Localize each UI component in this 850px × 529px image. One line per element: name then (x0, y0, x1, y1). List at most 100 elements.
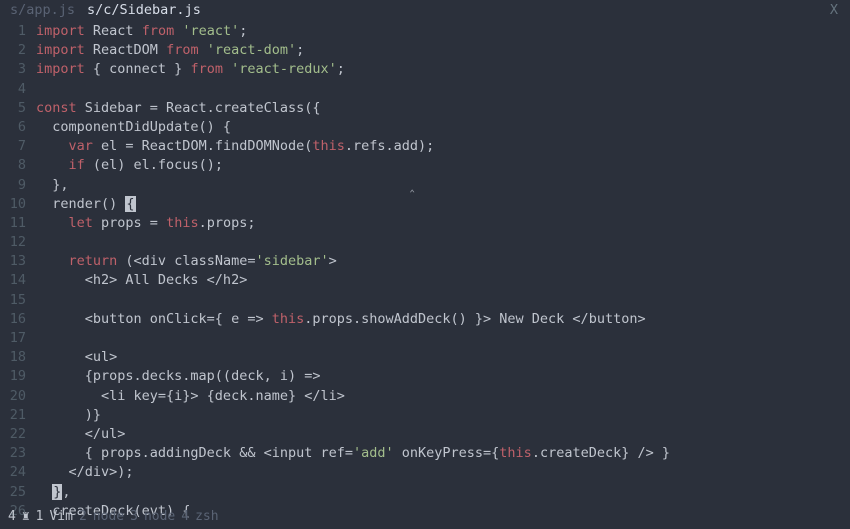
line-number: 10 (0, 195, 26, 214)
code-token: { props.addingDeck && <input ref= (36, 445, 353, 461)
code-token: import (36, 61, 85, 77)
pane-3-index[interactable]: 3 (130, 508, 138, 526)
pane-1-name[interactable]: Vim (49, 508, 72, 526)
pane-2-name[interactable]: node (93, 508, 124, 526)
tab-bar: s/app.js s/c/Sidebar.js X (0, 0, 850, 20)
line-number: 6 (0, 118, 26, 137)
pane-2-index[interactable]: 2 (79, 508, 87, 526)
code-token: from (142, 23, 175, 39)
code-line[interactable]: <button onClick={ e => this.props.showAd… (36, 310, 850, 329)
code-token: {props.decks.map((deck, i) => (36, 368, 320, 384)
code-token: React (85, 23, 142, 39)
code-line[interactable]: componentDidUpdate() { (36, 118, 850, 137)
code-token: this (312, 138, 345, 154)
code-line[interactable]: {props.decks.map((deck, i) => (36, 367, 850, 386)
code-token: Sidebar = React.createClass({ (77, 100, 321, 116)
code-token: .createDeck} /> } (532, 445, 670, 461)
code-line[interactable]: render() { (36, 195, 850, 214)
code-line[interactable]: </ul> (36, 425, 850, 444)
code-token: var (69, 138, 93, 154)
line-number: 9 (0, 176, 26, 195)
code-token: from (190, 61, 223, 77)
code-line[interactable] (36, 233, 850, 252)
code-token: 'react' (182, 23, 239, 39)
code-line[interactable]: if (el) el.focus(); (36, 156, 850, 175)
code-token: ReactDOM (85, 42, 166, 58)
code-token: const (36, 100, 77, 116)
text-cursor-icon: ‸ (410, 177, 415, 193)
pane-1-index[interactable]: 1 (36, 508, 44, 526)
code-token: from (166, 42, 199, 58)
code-line[interactable]: </div>); (36, 463, 850, 482)
code-token (199, 42, 207, 58)
code-token: ; (296, 42, 304, 58)
code-line[interactable]: }, (36, 483, 850, 502)
code-token: (el) el.focus(); (85, 157, 223, 173)
code-token (36, 484, 52, 500)
code-line[interactable]: import React from 'react'; (36, 22, 850, 41)
code-token: )} (36, 407, 101, 423)
code-token: 'add' (353, 445, 394, 461)
line-number: 17 (0, 329, 26, 348)
code-token: .props; (199, 215, 256, 231)
code-token: return (69, 253, 118, 269)
code-line[interactable]: var el = ReactDOM.findDOMNode(this.refs.… (36, 137, 850, 156)
line-number: 2 (0, 41, 26, 60)
tab-app-js[interactable]: s/app.js (4, 1, 81, 20)
code-line[interactable] (36, 329, 850, 348)
code-line[interactable]: <h2> All Decks </h2> (36, 271, 850, 290)
line-number: 16 (0, 310, 26, 329)
code-token: this (272, 311, 305, 327)
code-line[interactable]: { props.addingDeck && <input ref='add' o… (36, 444, 850, 463)
code-token (36, 157, 69, 173)
line-number: 21 (0, 406, 26, 425)
code-line[interactable]: return (<div className='sidebar'> (36, 252, 850, 271)
code-token: }, (36, 177, 410, 193)
pane-4-index[interactable]: 4 (181, 508, 189, 526)
line-number: 4 (0, 80, 26, 99)
line-number: 15 (0, 291, 26, 310)
pane-3-name[interactable]: node (144, 508, 175, 526)
code-token (36, 215, 69, 231)
line-number: 25 (0, 483, 26, 502)
code-token: <h2> All Decks </h2> (36, 272, 247, 288)
code-token: el = ReactDOM.findDOMNode( (93, 138, 312, 154)
code-line[interactable]: const Sidebar = React.createClass({ (36, 99, 850, 118)
code-line[interactable]: )} (36, 406, 850, 425)
rook-icon: ♜ (22, 508, 30, 526)
line-number: 19 (0, 367, 26, 386)
code-token: , (62, 484, 70, 500)
close-icon[interactable]: X (830, 1, 846, 20)
code-line[interactable]: import { connect } from 'react-redux'; (36, 60, 850, 79)
code-area[interactable]: import React from 'react';import ReactDO… (30, 22, 850, 505)
code-line[interactable]: import ReactDOM from 'react-dom'; (36, 41, 850, 60)
code-token: 'react-redux' (231, 61, 337, 77)
code-token: 'react-dom' (207, 42, 296, 58)
editor-pane[interactable]: 1234567891011121314151617181920212223242… (0, 20, 850, 505)
line-number: 18 (0, 348, 26, 367)
code-line[interactable] (36, 80, 850, 99)
line-number: 20 (0, 387, 26, 406)
code-token (36, 253, 69, 269)
code-token: this (166, 215, 199, 231)
code-token: onKeyPress={ (394, 445, 500, 461)
line-number: 24 (0, 463, 26, 482)
line-number: 1 (0, 22, 26, 41)
line-number: 12 (0, 233, 26, 252)
code-line[interactable]: <li key={i}> {deck.name} </li> (36, 387, 850, 406)
code-token (36, 138, 69, 154)
code-line[interactable]: }, ‸ (36, 176, 850, 195)
code-line[interactable]: let props = this.props; (36, 214, 850, 233)
code-line[interactable]: <ul> (36, 348, 850, 367)
code-token: <button onClick={ e => (36, 311, 272, 327)
code-token: </div>); (36, 464, 134, 480)
code-token: render() (36, 196, 125, 212)
status-window-count: 4 (8, 508, 16, 526)
code-token: componentDidUpdate() { (36, 119, 231, 135)
code-line[interactable] (36, 291, 850, 310)
code-token: if (69, 157, 85, 173)
code-token: (<div className= (117, 253, 255, 269)
code-token: > (329, 253, 337, 269)
tab-sidebar-js[interactable]: s/c/Sidebar.js (81, 1, 207, 20)
pane-4-name[interactable]: zsh (195, 508, 218, 526)
